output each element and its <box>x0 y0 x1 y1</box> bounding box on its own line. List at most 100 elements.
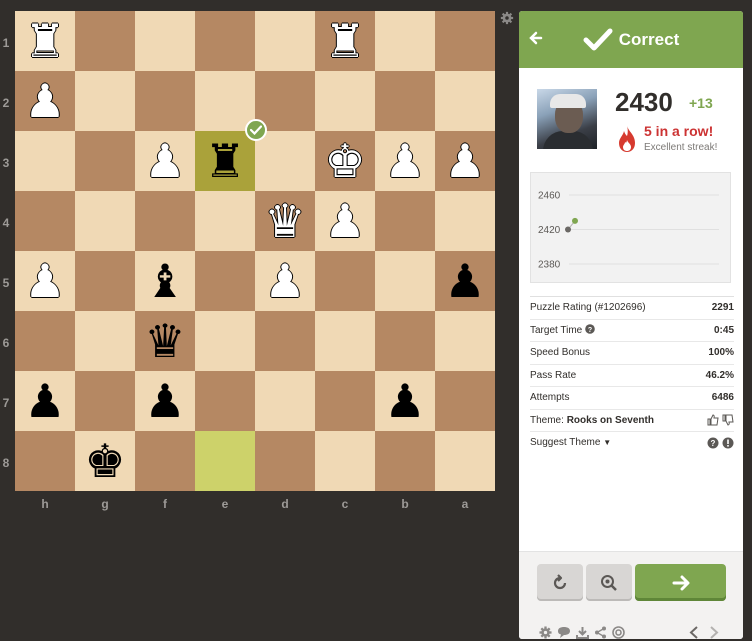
white-rook[interactable]: ♜ <box>24 18 65 64</box>
square-a1[interactable] <box>435 11 495 71</box>
chevron-right-icon[interactable] <box>709 626 719 639</box>
chess-board[interactable]: ♜ ♜ ♟ ♟ ♜ ♚ ♟ ♟ ♛ ♟ ♟ ♝ ♟ ♟ ♛ ♟ ♟ ♟ ♚ <box>15 11 495 491</box>
white-pawn[interactable]: ♟ <box>144 138 185 184</box>
square-a8[interactable] <box>435 431 495 491</box>
square-f2[interactable] <box>135 71 195 131</box>
square-c6[interactable] <box>315 311 375 371</box>
black-pawn[interactable]: ♟ <box>24 378 65 424</box>
square-g1[interactable] <box>75 11 135 71</box>
square-g5[interactable] <box>75 251 135 311</box>
square-g6[interactable] <box>75 311 135 371</box>
square-d6[interactable] <box>255 311 315 371</box>
analysis-button[interactable] <box>586 564 632 601</box>
square-f8[interactable] <box>135 431 195 491</box>
help-icon[interactable]: ? <box>585 324 595 334</box>
white-pawn[interactable]: ♟ <box>24 258 65 304</box>
square-h1[interactable]: ♜ <box>15 11 75 71</box>
chat-icon[interactable] <box>557 626 571 639</box>
square-g2[interactable] <box>75 71 135 131</box>
square-h2[interactable]: ♟ <box>15 71 75 131</box>
retry-button[interactable] <box>537 564 583 601</box>
square-e8[interactable] <box>195 431 255 491</box>
square-a4[interactable] <box>435 191 495 251</box>
square-f7[interactable]: ♟ <box>135 371 195 431</box>
square-d8[interactable] <box>255 431 315 491</box>
square-e1[interactable] <box>195 11 255 71</box>
square-b5[interactable] <box>375 251 435 311</box>
square-b3[interactable]: ♟ <box>375 131 435 191</box>
square-a6[interactable] <box>435 311 495 371</box>
square-a3[interactable]: ♟ <box>435 131 495 191</box>
square-c1[interactable]: ♜ <box>315 11 375 71</box>
black-pawn[interactable]: ♟ <box>384 378 425 424</box>
square-f4[interactable] <box>135 191 195 251</box>
share-icon[interactable] <box>594 626 607 639</box>
black-king[interactable]: ♚ <box>84 438 125 484</box>
square-f6[interactable]: ♛ <box>135 311 195 371</box>
square-b8[interactable] <box>375 431 435 491</box>
white-king[interactable]: ♚ <box>324 138 365 184</box>
suggest-theme-link[interactable]: Suggest Theme <box>530 437 600 448</box>
square-a7[interactable] <box>435 371 495 431</box>
suggest-theme-row[interactable]: Suggest Theme ▼ ? <box>530 431 734 454</box>
square-g3[interactable] <box>75 131 135 191</box>
square-h8[interactable] <box>15 431 75 491</box>
square-g4[interactable] <box>75 191 135 251</box>
black-pawn[interactable]: ♟ <box>444 258 485 304</box>
help-icon[interactable]: ? <box>707 437 719 449</box>
gear-icon[interactable] <box>500 11 514 25</box>
square-d4[interactable]: ♛ <box>255 191 315 251</box>
square-e3[interactable]: ♜ <box>195 119 267 191</box>
square-a2[interactable] <box>435 71 495 131</box>
white-pawn[interactable]: ♟ <box>324 198 365 244</box>
square-b7[interactable]: ♟ <box>375 371 435 431</box>
square-h6[interactable] <box>15 311 75 371</box>
square-b1[interactable] <box>375 11 435 71</box>
square-f5[interactable]: ♝ <box>135 251 195 311</box>
square-d1[interactable] <box>255 11 315 71</box>
black-queen[interactable]: ♛ <box>144 318 185 364</box>
square-c8[interactable] <box>315 431 375 491</box>
thumbs-down-icon[interactable] <box>722 414 734 426</box>
square-b2[interactable] <box>375 71 435 131</box>
square-d7[interactable] <box>255 371 315 431</box>
square-c5[interactable] <box>315 251 375 311</box>
square-e6[interactable] <box>195 311 255 371</box>
download-icon[interactable] <box>576 626 589 639</box>
black-pawn[interactable]: ♟ <box>144 378 185 424</box>
thumbs-up-icon[interactable] <box>707 414 719 426</box>
white-pawn[interactable]: ♟ <box>384 138 425 184</box>
arrow-left-icon[interactable] <box>529 31 543 45</box>
black-bishop[interactable]: ♝ <box>144 258 185 304</box>
square-h3[interactable] <box>15 131 75 191</box>
next-puzzle-button[interactable] <box>635 564 726 601</box>
square-b6[interactable] <box>375 311 435 371</box>
square-f1[interactable] <box>135 11 195 71</box>
square-d5[interactable]: ♟ <box>255 251 315 311</box>
square-e2[interactable] <box>195 71 255 131</box>
settings-icon[interactable] <box>539 626 552 639</box>
square-c2[interactable] <box>315 71 375 131</box>
square-e4[interactable] <box>195 191 255 251</box>
square-c4[interactable]: ♟ <box>315 191 375 251</box>
square-h5[interactable]: ♟ <box>15 251 75 311</box>
target-icon[interactable] <box>612 626 625 639</box>
square-h7[interactable]: ♟ <box>15 371 75 431</box>
square-d3[interactable] <box>255 131 315 191</box>
rating-point[interactable] <box>565 226 571 233</box>
white-queen[interactable]: ♛ <box>264 198 305 244</box>
square-f3[interactable]: ♟ <box>135 131 195 191</box>
white-pawn[interactable]: ♟ <box>444 138 485 184</box>
square-g8[interactable]: ♚ <box>75 431 135 491</box>
square-h4[interactable] <box>15 191 75 251</box>
square-c7[interactable] <box>315 371 375 431</box>
square-c3[interactable]: ♚ <box>315 131 375 191</box>
square-a5[interactable]: ♟ <box>435 251 495 311</box>
rating-point[interactable] <box>572 217 578 224</box>
chevron-left-icon[interactable] <box>689 626 699 639</box>
white-pawn[interactable]: ♟ <box>24 78 65 124</box>
square-e7[interactable] <box>195 371 255 431</box>
square-g7[interactable] <box>75 371 135 431</box>
square-e5[interactable] <box>195 251 255 311</box>
black-rook[interactable]: ♜ <box>204 138 245 184</box>
